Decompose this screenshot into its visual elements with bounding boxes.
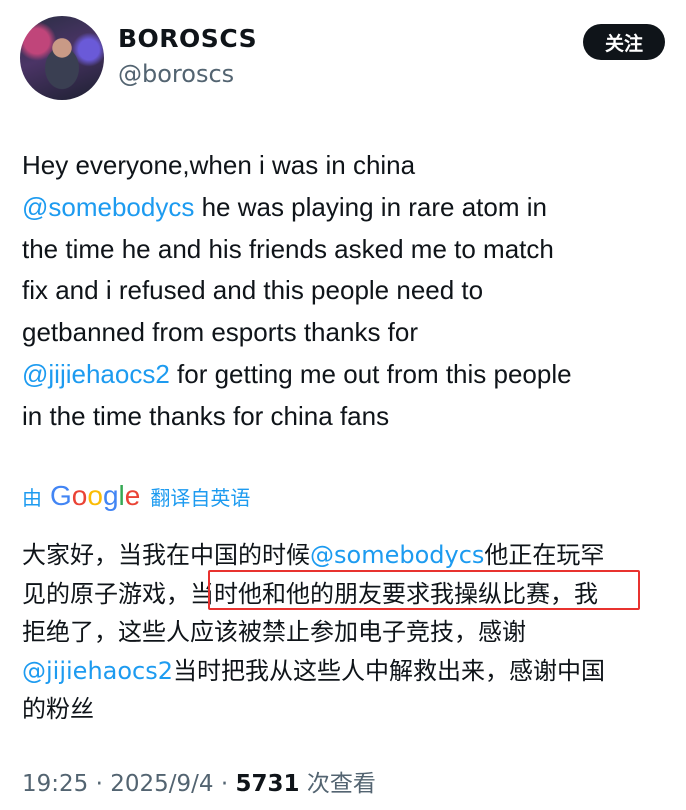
text-segment: 当时把我从这些人中解救出来，感谢中国: [173, 656, 606, 685]
translation-by-label: 由: [22, 485, 42, 510]
mention-link[interactable]: @somebodycs: [310, 541, 484, 569]
author-avatar[interactable]: [20, 16, 104, 100]
text-segment: for getting me out from this people: [169, 358, 572, 389]
text-segment: Hey everyone,when i was in china: [22, 150, 416, 180]
text-segment: 他正在玩罕: [484, 541, 605, 569]
tweet-text: Hey everyone,when i was in china @somebod…: [22, 145, 682, 438]
text-line: 拒绝了，这些人应该被禁止参加电子竞技，感谢: [22, 613, 682, 652]
tweet-meta: 19:25 · 2025/9/4 · 5731 次查看: [22, 771, 376, 797]
translated-from-label: 翻译自英语: [150, 485, 251, 510]
mention-link[interactable]: @jijiehaocs2: [22, 657, 173, 685]
text-segment: getbanned from esports thanks for: [22, 317, 419, 348]
translated-text: 大家好，当我在中国的时候@somebodycs他正在玩罕 见的原子游戏，当时他和他…: [22, 536, 682, 729]
text-segment: 拒绝了，这些人应该被禁止参加电子竞技，感谢: [22, 618, 526, 646]
google-logo-icon: Google: [50, 480, 141, 511]
text-segment: fix and i refused and this people need t…: [22, 275, 484, 306]
tweet-time[interactable]: 19:25: [22, 771, 88, 797]
text-line: @jijiehaocs2 for getting me out from thi…: [22, 354, 682, 396]
text-segment: the time he and his friends asked me to …: [22, 233, 554, 264]
text-segment: in the time thanks for china fans: [22, 400, 390, 431]
text-segment: 见的原子游戏，: [22, 579, 190, 608]
text-line: Hey everyone,when i was in china: [22, 145, 682, 187]
text-segment: 的粉丝: [22, 695, 94, 723]
text-segment: 大家好，当我在中国的时候: [22, 541, 310, 569]
text-line: 见的原子游戏，当时他和他的朋友要求我操纵比赛，我: [22, 575, 682, 614]
highlighted-text: 当时他和他的朋友要求我操纵比赛，: [190, 579, 574, 608]
follow-button[interactable]: 关注: [583, 24, 665, 60]
text-line: the time he and his friends asked me to …: [22, 229, 682, 271]
text-line: 的粉丝: [22, 690, 682, 729]
text-line: in the time thanks for china fans: [22, 396, 682, 438]
text-line: @somebodycs he was playing in rare atom …: [22, 187, 682, 229]
text-line: getbanned from esports thanks for: [22, 312, 682, 354]
author-handle[interactable]: @boroscs: [118, 60, 234, 88]
tweet-date[interactable]: 2025/9/4: [110, 771, 213, 797]
mention-link[interactable]: @somebodycs: [22, 192, 194, 222]
author-display-name[interactable]: BOROSCS: [118, 24, 257, 53]
mention-link[interactable]: @jijiehaocs2: [22, 359, 170, 389]
translation-attribution[interactable]: 由 Google 翻译自英语: [22, 478, 250, 514]
views-count: 5731: [235, 771, 300, 797]
text-line: @jijiehaocs2当时把我从这些人中解救出来，感谢中国: [22, 652, 682, 691]
text-segment: he was playing in rare atom in: [194, 191, 547, 222]
text-segment: 我: [574, 579, 598, 608]
text-line: fix and i refused and this people need t…: [22, 270, 682, 312]
text-line: 大家好，当我在中国的时候@somebodycs他正在玩罕: [22, 536, 682, 575]
views-label: 次查看: [306, 771, 376, 797]
